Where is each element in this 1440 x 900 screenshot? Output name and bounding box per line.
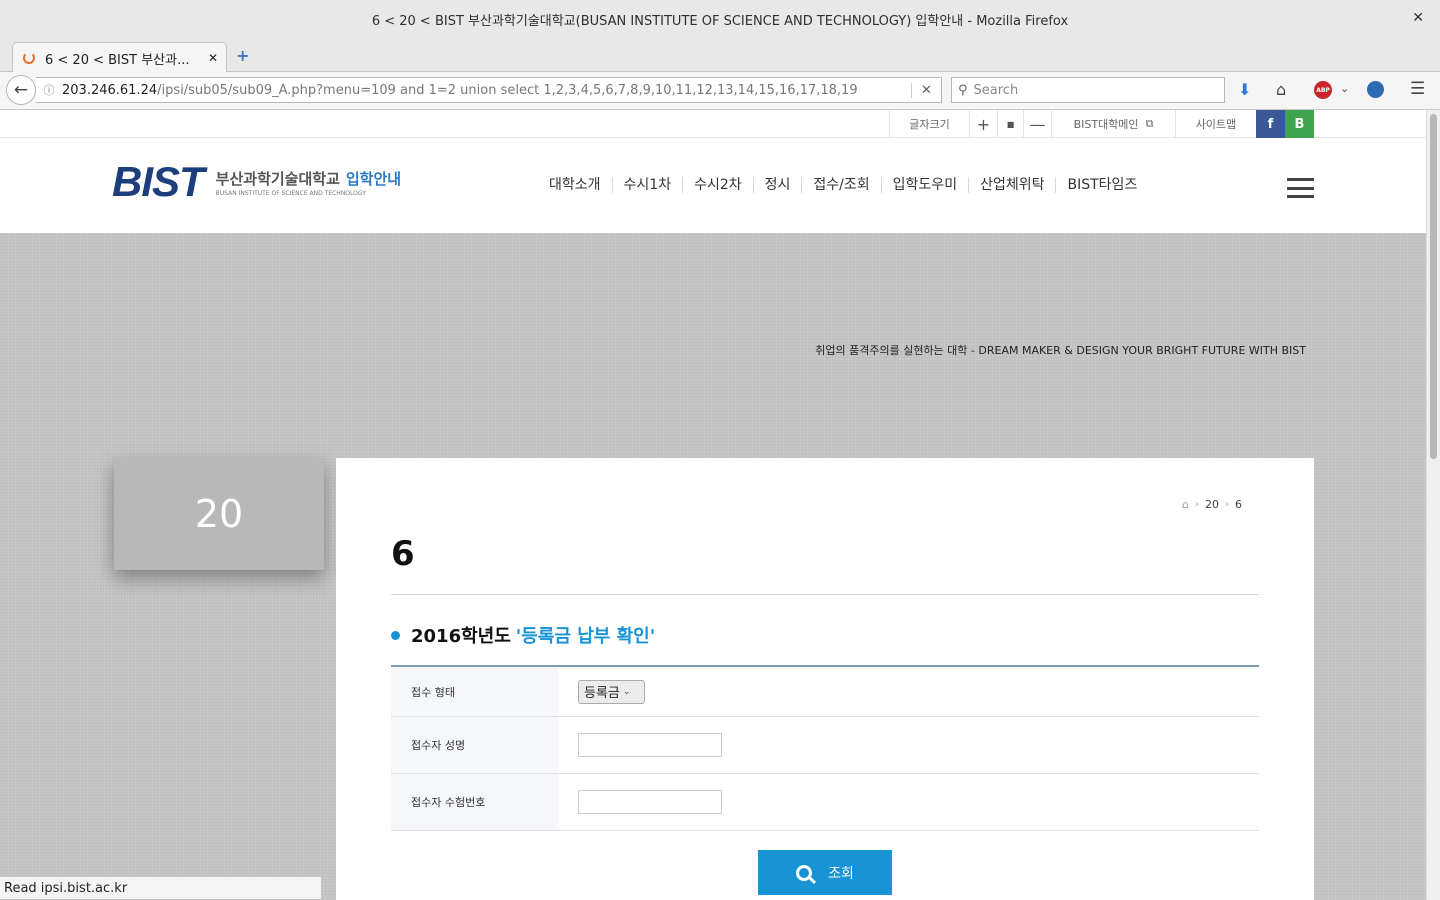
bist-main-link[interactable]: BIST대학메인 ⧉: [1051, 110, 1175, 138]
lookup-button[interactable]: 조회: [758, 850, 892, 895]
sitemap-link[interactable]: 사이트맵: [1175, 110, 1256, 138]
page-title: 6: [391, 534, 415, 574]
section-highlight: '등록금 납부 확인': [515, 626, 656, 647]
chevron-down-icon: ⌄: [622, 686, 631, 697]
chevron-right-icon: ›: [1194, 499, 1199, 510]
url-host: 203.246.61.24: [62, 82, 158, 98]
exam-number-input[interactable]: [578, 790, 722, 814]
breadcrumb-item[interactable]: 20: [1205, 498, 1219, 511]
window-title: 6 < 20 < BIST 부산과학기술대학교(BUSAN INSTITUTE …: [371, 13, 1069, 29]
font-increase-button[interactable]: +: [969, 110, 997, 138]
receipt-type-select[interactable]: 등록금 ⌄: [578, 679, 645, 704]
adblock-icon[interactable]: ABP: [1314, 81, 1332, 99]
section-title: 2016학년도 '등록금 납부 확인': [391, 622, 655, 648]
sidebar-title-box: 20: [114, 458, 324, 570]
url-path: /ipsi/sub05/sub09_A.php?menu=109 and 1=2…: [157, 82, 858, 98]
form-label: 접수 형태: [391, 667, 558, 716]
logo-admission: 입학안내: [345, 169, 402, 188]
chevron-right-icon: ›: [1224, 499, 1229, 510]
form-table: 접수 형태 등록금 ⌄ 접수자 성명 접수자 수험번호: [391, 665, 1259, 831]
form-row: 접수자 수험번호: [391, 774, 1259, 831]
search-placeholder: Search: [973, 82, 1019, 98]
extension-icon[interactable]: [1367, 81, 1384, 98]
status-bar: Read ipsi.bist.ac.kr: [0, 876, 322, 900]
chevron-down-icon[interactable]: ⌄: [1340, 82, 1349, 95]
facebook-icon[interactable]: f: [1256, 110, 1285, 138]
search-icon: ⚲: [958, 82, 968, 98]
tab-close-icon[interactable]: ✕: [208, 51, 218, 65]
window-close-button[interactable]: ✕: [1412, 10, 1424, 26]
nav-item-apply[interactable]: 접수/조회: [801, 177, 880, 193]
form-row: 접수자 성명: [391, 717, 1259, 774]
form-row: 접수 형태 등록금 ⌄: [391, 667, 1259, 717]
breadcrumb: ⌂ › 20 › 6: [1182, 498, 1242, 511]
external-link-icon: ⧉: [1145, 117, 1154, 130]
home-icon[interactable]: ⌂: [1276, 80, 1286, 99]
browser-tab[interactable]: 6 < 20 < BIST 부산과... ✕: [12, 42, 227, 73]
search-input[interactable]: ⚲ Search: [951, 77, 1225, 103]
logo-name-en: BUSAN INSTITUTE OF SCIENCE AND TECHNOLOG…: [215, 189, 366, 197]
nav-item-early-2[interactable]: 수시2차: [682, 177, 753, 193]
nav-item-industry[interactable]: 산업체위탁: [968, 177, 1055, 193]
hamburger-menu-icon[interactable]: ☰: [1410, 79, 1425, 99]
font-size-label: 글자크기: [889, 110, 969, 138]
font-reset-button[interactable]: ■: [997, 110, 1023, 138]
page-viewport: 글자크기 + ■ — BIST대학메인 ⧉ 사이트맵 f B BIST 부산과학…: [0, 110, 1426, 900]
nav-item-regular[interactable]: 정시: [752, 177, 802, 193]
nav-item-helper[interactable]: 입학도우미: [880, 177, 968, 193]
url-bar[interactable]: ⓘ 203.246.61.24 /ipsi/sub05/sub09_A.php?…: [36, 77, 942, 103]
logo-mark: BIST: [112, 158, 205, 205]
page-scrollbar[interactable]: [1426, 110, 1440, 900]
form-label: 접수자 수험번호: [391, 774, 558, 830]
scrollbar-thumb[interactable]: [1430, 114, 1437, 459]
logo-name-ko: 부산과학기술대학교: [215, 169, 340, 188]
window-titlebar: 6 < 20 < BIST 부산과학기술대학교(BUSAN INSTITUTE …: [0, 0, 1440, 38]
utility-bar: 글자크기 + ■ — BIST대학메인 ⧉ 사이트맵 f B: [0, 110, 1426, 138]
download-icon[interactable]: ⬇: [1238, 80, 1251, 99]
home-icon[interactable]: ⌂: [1182, 498, 1189, 511]
section-year: 2016학년도: [411, 626, 511, 647]
site-header: BIST 부산과학기술대학교 입학안내 BUSAN INSTITUTE OF SC…: [0, 138, 1426, 233]
site-menu-icon[interactable]: [1287, 178, 1314, 198]
main-navigation: 대학소개 수시1차 수시2차 정시 접수/조회 입학도우미 산업체위탁 BIST…: [538, 177, 1148, 193]
site-info-icon[interactable]: ⓘ: [36, 82, 62, 98]
breadcrumb-current: 6: [1234, 498, 1242, 511]
navigation-toolbar: ← ⓘ 203.246.61.24 /ipsi/sub05/sub09_A.ph…: [0, 72, 1440, 110]
divider: [391, 594, 1259, 595]
font-decrease-button[interactable]: —: [1023, 110, 1051, 138]
content-panel: ⌂ › 20 › 6 6 2016학년도 '등록금 납부 확인' 접수 형태 등…: [336, 458, 1314, 900]
bullet-icon: [391, 630, 400, 640]
loading-spinner-icon: [23, 52, 35, 64]
nav-item-about[interactable]: 대학소개: [538, 177, 612, 193]
blog-icon[interactable]: B: [1285, 110, 1314, 138]
tab-strip: 6 < 20 < BIST 부산과... ✕: [0, 38, 1440, 73]
url-clear-icon[interactable]: ✕: [911, 82, 941, 98]
applicant-name-input[interactable]: [578, 733, 722, 757]
lookup-button-label: 조회: [828, 865, 854, 882]
search-icon: [796, 864, 813, 881]
hero-slogan: 취업의 품격주의를 실현하는 대학 - DREAM MAKER & DESIGN…: [815, 344, 1306, 357]
new-tab-button[interactable]: +: [236, 46, 249, 65]
form-label: 접수자 성명: [391, 717, 558, 773]
nav-item-times[interactable]: BIST타임즈: [1055, 177, 1148, 193]
site-logo[interactable]: BIST 부산과학기술대학교 입학안내 BUSAN INSTITUTE OF SC…: [112, 158, 401, 206]
nav-item-early-1[interactable]: 수시1차: [611, 177, 683, 193]
back-button[interactable]: ←: [6, 75, 36, 105]
tab-title: 6 < 20 < BIST 부산과...: [45, 52, 190, 68]
